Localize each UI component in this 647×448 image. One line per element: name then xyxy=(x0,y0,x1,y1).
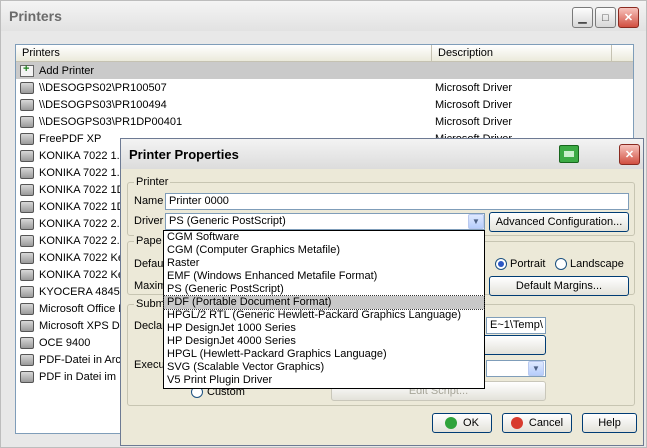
network-printer-icon xyxy=(20,81,34,94)
dropdown-option[interactable]: EMF (Windows Enhanced Metafile Format) xyxy=(164,270,484,283)
column-header-description[interactable]: Description xyxy=(432,45,612,61)
minimize-icon: ▁ xyxy=(578,12,587,24)
chevron-down-icon: ▼ xyxy=(532,364,540,373)
dropdown-option[interactable]: SVG (Scalable Vector Graphics) xyxy=(164,361,484,374)
dropdown-option[interactable]: HPGL/2 RTL (Generic Hewlett-Packard Grap… xyxy=(164,309,484,322)
network-printer-icon xyxy=(20,132,34,145)
printer-name: \\DESOGPS02\PR100507 xyxy=(39,81,167,94)
portrait-radio[interactable] xyxy=(495,258,507,270)
chevron-down-icon: ▼ xyxy=(472,217,480,226)
execute-combo-arrow[interactable]: ▼ xyxy=(528,361,544,376)
cancel-label: Cancel xyxy=(528,417,564,429)
printer-green-icon xyxy=(559,145,579,163)
close-button[interactable]: ✕ xyxy=(618,7,639,28)
landscape-radio[interactable] xyxy=(555,258,567,270)
printer-name: Add Printer xyxy=(39,64,95,77)
cancel-icon xyxy=(510,417,523,429)
network-printer-icon xyxy=(20,98,34,111)
printer-icon xyxy=(20,336,34,349)
submit-group-label: Subm xyxy=(134,298,167,310)
dropdown-option[interactable]: Raster xyxy=(164,257,484,270)
help-button[interactable]: Help xyxy=(582,413,637,433)
ok-icon xyxy=(445,417,458,429)
cancel-button[interactable]: Cancel xyxy=(502,413,572,433)
printer-icon xyxy=(20,200,34,213)
portrait-label: Portrait xyxy=(510,258,546,270)
printer-icon xyxy=(20,319,34,332)
column-header-printers[interactable]: Printers xyxy=(16,45,432,61)
printer-icon xyxy=(20,285,34,298)
printers-title: Printers xyxy=(1,1,646,31)
printer-icon xyxy=(20,217,34,230)
printer-icon xyxy=(20,302,34,315)
table-row[interactable]: \\DESOGPS03\PR100494 Microsoft Driver xyxy=(16,96,633,113)
printer-description: Microsoft Driver xyxy=(435,98,513,111)
dropdown-option[interactable]: CGM (Computer Graphics Metafile) xyxy=(164,244,484,257)
printer-name: \\DESOGPS03\PR1DP00401 xyxy=(39,115,183,128)
driver-label: Driver xyxy=(134,215,164,227)
execute-label: Execu xyxy=(134,359,165,371)
table-row[interactable]: Add Printer xyxy=(16,62,633,79)
minimize-button[interactable]: ▁ xyxy=(572,7,593,28)
dialog-close-button[interactable]: ✕ xyxy=(619,144,640,165)
printer-icon xyxy=(20,370,34,383)
table-row[interactable]: \\DESOGPS03\PR1DP00401 Microsoft Driver xyxy=(16,113,633,130)
printer-icon xyxy=(20,268,34,281)
dropdown-option[interactable]: HP DesignJet 1000 Series xyxy=(164,322,484,335)
printer-icon xyxy=(20,353,34,366)
driver-combo-arrow[interactable]: ▼ xyxy=(468,214,484,229)
dropdown-option[interactable]: HP DesignJet 4000 Series xyxy=(164,335,484,348)
declare-label: Declar xyxy=(134,320,166,332)
maximum-label: Maxim xyxy=(134,280,167,292)
maximize-button[interactable]: □ xyxy=(595,7,616,28)
printer-description: Microsoft Driver xyxy=(435,81,513,94)
default-label: Defaul xyxy=(134,258,166,270)
printer-icon xyxy=(20,234,34,247)
paper-group-label: Pape xyxy=(134,235,164,247)
printer-name: \\DESOGPS03\PR100494 xyxy=(39,98,167,111)
ok-label: OK xyxy=(463,417,479,429)
network-printer-icon xyxy=(20,115,34,128)
ok-button[interactable]: OK xyxy=(432,413,492,433)
table-row[interactable]: \\DESOGPS02\PR100507 Microsoft Driver xyxy=(16,79,633,96)
printer-icon xyxy=(20,166,34,179)
maximize-icon: □ xyxy=(602,11,609,24)
printer-description: Microsoft Driver xyxy=(435,115,513,128)
driver-combo[interactable]: PS (Generic PostScript) xyxy=(165,213,485,230)
dropdown-option[interactable]: PDF (Portable Document Format) xyxy=(163,295,485,310)
close-icon: ✕ xyxy=(624,149,635,161)
name-input[interactable]: Printer 0000 xyxy=(165,193,629,210)
dropdown-option[interactable]: CGM Software xyxy=(164,231,484,244)
list-header: Printers Description xyxy=(16,45,633,62)
printer-icon xyxy=(20,149,34,162)
add-printer-icon xyxy=(20,63,34,77)
path-input[interactable]: E~1\Temp\ xyxy=(486,317,546,334)
printer-group-label: Printer xyxy=(134,176,171,188)
printer-icon xyxy=(20,251,34,264)
close-icon: ✕ xyxy=(623,12,634,24)
dropdown-option[interactable]: HPGL (Hewlett-Packard Graphics Language) xyxy=(164,348,484,361)
printer-icon xyxy=(20,183,34,196)
default-margins-button[interactable]: Default Margins... xyxy=(489,276,629,296)
driver-dropdown-list[interactable]: CGM Software CGM (Computer Graphics Metaf… xyxy=(163,230,485,389)
dropdown-option[interactable]: V5 Print Plugin Driver xyxy=(164,374,484,387)
name-label: Name xyxy=(134,195,164,207)
landscape-label: Landscape xyxy=(570,258,624,270)
advanced-configuration-button[interactable]: Advanced Configuration... xyxy=(489,212,629,232)
dropdown-option[interactable]: PS (Generic PostScript) xyxy=(164,283,484,296)
